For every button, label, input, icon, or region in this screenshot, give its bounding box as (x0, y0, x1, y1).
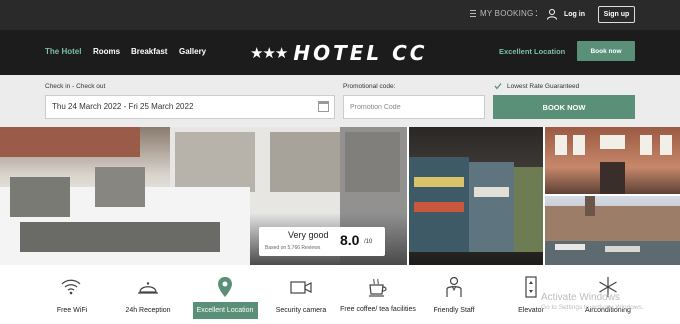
nav-the-hotel[interactable]: The Hotel (45, 47, 81, 56)
minibar-photo[interactable] (409, 127, 543, 265)
date-range-field[interactable]: Thu 24 March 2022 - Fri 25 March 2022 (45, 95, 335, 119)
nav-excellent-location[interactable]: Excellent Location (499, 47, 565, 56)
staff-icon (446, 276, 462, 297)
review-count: Based on 5,766 Reviews (265, 245, 321, 251)
my-booking-label: MY BOOKING (480, 9, 534, 18)
logo-stars: ★★★ (250, 45, 288, 62)
activate-windows-title: Activate Windows (541, 292, 620, 303)
amsterdam-canal-photo[interactable] (545, 196, 680, 265)
dates-label: Check in - Check out (45, 83, 106, 90)
promo-code-input[interactable] (343, 95, 485, 119)
login-link[interactable]: Log in (564, 11, 585, 18)
camera-icon (290, 281, 312, 294)
rating-word: Very good (288, 230, 329, 240)
coffee-cup-icon (369, 278, 387, 297)
rating-scale: /10 (364, 239, 373, 245)
amenity-label-coffee: Free coffee/ tea facilities (340, 306, 416, 313)
checkmark-icon (494, 83, 502, 90)
user-icon[interactable] (546, 8, 558, 20)
wifi-icon (61, 279, 81, 295)
rating-score: 8.0 (340, 232, 360, 248)
menu-icon (470, 10, 476, 17)
nav-rooms[interactable]: Rooms (93, 47, 120, 56)
hotel-logo[interactable]: ★★★ HOTEL CC (250, 40, 427, 66)
topbar-separator: : (535, 8, 538, 19)
amenity-label-location[interactable]: Excellent Location (185, 306, 265, 316)
bell-icon (138, 282, 158, 294)
amenity-label-reception: 24h Reception (125, 307, 171, 314)
lowest-rate-guarantee: Lowest Rate Guaranteed (507, 83, 580, 90)
amenity-label-staff: Friendly Staff (433, 307, 475, 314)
date-range-value: Thu 24 March 2022 - Fri 25 March 2022 (52, 102, 194, 111)
promo-label: Promotional code: (343, 83, 396, 90)
nav-breakfast[interactable]: Breakfast (131, 47, 167, 56)
elevator-icon (525, 276, 537, 298)
activate-windows-subtitle: Go to Settings to activate Windows. (541, 304, 644, 311)
book-now-button[interactable]: BOOK NOW (493, 95, 635, 119)
logo-text: HOTEL CC (293, 41, 428, 65)
book-now-header-button[interactable]: Book now (577, 41, 635, 61)
my-booking-link[interactable]: MY BOOKING (470, 9, 533, 18)
hotel-exterior-photo[interactable] (545, 127, 680, 194)
amenity-label-camera: Security camera (275, 307, 327, 314)
calendar-icon[interactable] (318, 101, 329, 112)
amenity-label-wifi: Free WiFi (56, 307, 88, 314)
location-pin-icon (218, 277, 232, 297)
nav-gallery[interactable]: Gallery (179, 47, 206, 56)
signup-button[interactable]: Sign up (598, 6, 635, 23)
